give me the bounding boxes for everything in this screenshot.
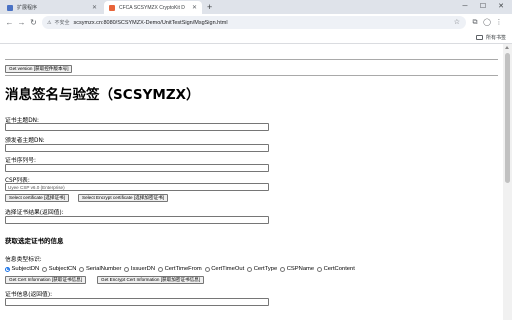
radio-label: CSPName	[286, 266, 315, 272]
radio-button[interactable]	[124, 266, 130, 272]
radio-label: CertTimeFrom	[164, 266, 202, 272]
issuer-subject-dn-field[interactable]	[5, 144, 269, 152]
all-bookmarks-label: 所有书签	[485, 35, 506, 41]
window-close-icon[interactable]: ✕	[492, 1, 510, 12]
all-bookmarks-button[interactable]: 所有书签	[475, 34, 506, 41]
radio-label: CertType	[253, 266, 278, 272]
new-tab-icon[interactable]: +	[207, 2, 212, 12]
minimize-icon[interactable]: ─	[456, 1, 474, 12]
profile-icon[interactable]: ◯	[482, 17, 492, 28]
cert-serial-field[interactable]	[5, 164, 269, 172]
select-encrypt-cert-button[interactable]: Select Encrypt certificate [选择加密证书]	[78, 194, 168, 202]
tab-title: CFCA SCSYMZX CryptoKit D	[119, 4, 185, 11]
site-favicon-icon	[109, 4, 115, 11]
radio-option[interactable]: SerialNumber	[79, 266, 121, 272]
issuer-subject-dn-label: 颁发者主题DN:	[5, 138, 45, 144]
radio-label: CertTimeOut	[211, 266, 245, 272]
radio-label: SubjectCN	[48, 266, 77, 272]
extensions-puzzle-icon[interactable]: ⧉	[470, 17, 480, 28]
not-secure-icon[interactable]: ⚠	[47, 20, 51, 26]
csp-select[interactable]: Uyee CSP v6.0 (Enterprise)	[5, 183, 269, 191]
get-version-button[interactable]: Get version [获取控件版本号]	[5, 65, 73, 73]
back-icon[interactable]: ←	[4, 17, 15, 28]
scroll-up-arrow-icon[interactable]	[505, 46, 509, 49]
radio-option[interactable]: SubjectCN	[42, 266, 76, 272]
get-cert-info-button[interactable]: Get Cert Information [获取证书信息]	[5, 276, 87, 284]
get-encrypt-cert-info-button[interactable]: Get Encrypt Cert Information [获取加密证书信息]	[97, 276, 205, 284]
cert-info-result-field[interactable]	[5, 298, 269, 306]
radio-button[interactable]	[158, 266, 164, 272]
address-bar[interactable]: ⚠ 不安全 scsymzx.cn:8080/SCSYMZX-Demo/UnitT…	[42, 16, 466, 29]
tab-extensions[interactable]: 扩展程序 ✕	[2, 1, 102, 14]
info-type-label: 信息类型标识:	[5, 257, 42, 263]
radio-button[interactable]	[204, 266, 210, 272]
radio-button[interactable]	[5, 266, 10, 272]
url-text[interactable]: scsymzx.cn:8080/SCSYMZX-Demo/UnitTestSig…	[74, 20, 228, 26]
radio-option[interactable]: SubjectDN	[5, 266, 39, 272]
radio-label: IssuerDN	[130, 266, 156, 272]
radio-option[interactable]: IssuerDN	[124, 266, 155, 272]
folder-icon	[475, 35, 483, 40]
maximize-icon[interactable]: ☐	[474, 1, 492, 12]
reload-icon[interactable]: ↻	[28, 17, 39, 28]
bookmark-star-icon[interactable]: ☆	[454, 18, 460, 27]
close-icon[interactable]: ✕	[92, 4, 97, 11]
scroll-thumb[interactable]	[505, 53, 510, 183]
divider	[5, 75, 498, 76]
divider	[5, 59, 498, 60]
cert-subject-dn-field[interactable]	[5, 123, 269, 131]
tab-title: 扩展程序	[17, 5, 38, 11]
tab-cfca[interactable]: CFCA SCSYMZX CryptoKit D ✕	[104, 1, 202, 14]
radio-option[interactable]: CertType	[247, 266, 277, 272]
info-type-radio-group: SubjectDN SubjectCN SerialNumber IssuerD…	[5, 265, 358, 273]
radio-label: CertContent	[323, 266, 355, 272]
tab-strip: 扩展程序 ✕ CFCA SCSYMZX CryptoKit D ✕ + ─ ☐ …	[0, 0, 512, 14]
radio-label: SerialNumber	[85, 266, 122, 272]
radio-option[interactable]: CSPName	[280, 266, 314, 272]
security-label[interactable]: 不安全	[54, 19, 69, 26]
browser-toolbar: ← → ↻ ⚠ 不安全 scsymzx.cn:8080/SCSYMZX-Demo…	[0, 14, 512, 32]
close-icon[interactable]: ✕	[192, 4, 197, 11]
select-cert-button[interactable]: Select certificate [选择证书]	[5, 194, 69, 202]
cert-info-result-label: 证书信息(返回值):	[5, 292, 53, 298]
bookmarks-bar: 所有书签	[0, 32, 512, 44]
radio-button[interactable]	[42, 266, 48, 272]
radio-label: SubjectDN	[11, 266, 40, 272]
radio-option[interactable]: CertTimeOut	[204, 266, 245, 272]
select-result-label: 选择证书结果(返回值):	[5, 210, 64, 216]
cert-info-heading: 获取选定证书的信息	[5, 237, 64, 245]
page-content: Get version [获取控件版本号] 消息签名与验签（SCSYMZX） 证…	[0, 44, 503, 320]
vertical-scrollbar[interactable]	[503, 44, 512, 320]
radio-option[interactable]: CertTimeFrom	[158, 266, 202, 272]
radio-button[interactable]	[280, 266, 286, 272]
extensions-icon	[7, 4, 13, 11]
select-result-field[interactable]	[5, 216, 269, 224]
menu-icon[interactable]: ⋮	[494, 17, 504, 28]
radio-button[interactable]	[79, 266, 85, 272]
page-title: 消息签名与验签（SCSYMZX）	[5, 87, 200, 103]
radio-button[interactable]	[317, 266, 323, 272]
forward-icon[interactable]: →	[16, 17, 27, 28]
radio-option[interactable]: CertContent	[317, 266, 355, 272]
cert-serial-label: 证书序列号:	[5, 158, 36, 164]
radio-button[interactable]	[247, 266, 253, 272]
